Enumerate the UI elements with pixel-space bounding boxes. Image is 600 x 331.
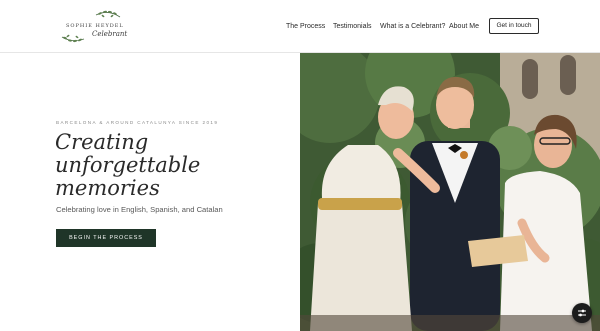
hero-tagline: BARCELONA & AROUND CATALUNYA SINCE 2019 — [56, 120, 219, 125]
nav-item-the-process[interactable]: The Process — [286, 21, 325, 33]
hero-subline: Celebrating love in English, Spanish, an… — [56, 205, 223, 214]
headline-line-3: memories — [55, 176, 160, 200]
accessibility-button[interactable] — [572, 303, 592, 323]
get-in-touch-button[interactable]: Get in touch — [489, 18, 539, 34]
hero-headline: Creating unforgettable memories — [55, 131, 255, 200]
site-logo[interactable]: SOPHIE HEYDEL Celebrant — [58, 9, 128, 45]
begin-the-process-button[interactable]: BEGIN THE PROCESS — [56, 229, 156, 247]
logo-subtitle: Celebrant — [92, 30, 128, 38]
site-header: SOPHIE HEYDEL Celebrant The Process Test… — [0, 0, 600, 53]
nav-item-about-me[interactable]: About Me — [449, 21, 479, 33]
headline-line-2: unforgettable — [55, 153, 201, 177]
headline-line-1: Creating — [55, 130, 149, 154]
nav-item-what-is-a-celebrant[interactable]: What is a Celebrant? — [380, 21, 445, 33]
hero-photo — [300, 53, 600, 331]
nav-item-testimonials[interactable]: Testimonials — [333, 21, 372, 33]
logo-name: SOPHIE HEYDEL — [66, 23, 124, 29]
accessibility-sliders-icon — [578, 309, 586, 317]
